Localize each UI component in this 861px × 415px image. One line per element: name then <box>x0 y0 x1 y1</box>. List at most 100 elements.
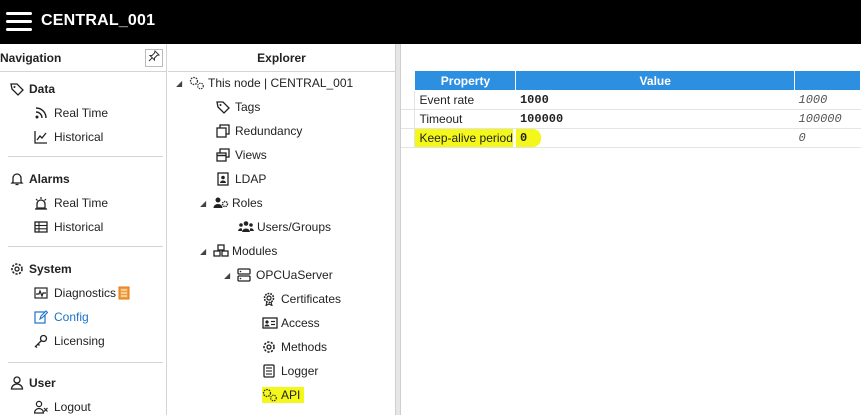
certificate-icon <box>262 292 276 307</box>
property-name: Event rate <box>414 90 516 110</box>
top-bar: CENTRAL_001 <box>0 0 861 44</box>
tree-label: Certificates <box>281 292 342 306</box>
menu-icon[interactable] <box>6 10 32 32</box>
tree-label: Views <box>235 148 267 162</box>
property-name: Timeout <box>414 109 516 129</box>
tree-node-redundancy[interactable]: Redundancy <box>216 124 302 138</box>
tree-label: Logger <box>281 364 319 378</box>
tree-node-tags[interactable]: Tags <box>216 100 260 114</box>
row-gutter <box>401 128 416 148</box>
explorer-title: Explorer <box>168 44 395 72</box>
nav-item-label: Diagnostics <box>54 286 117 300</box>
tree-node-roles[interactable]: ◢ Roles <box>200 196 263 210</box>
column-header-default[interactable] <box>794 70 861 91</box>
tree-node-users-groups[interactable]: Users/Groups <box>238 220 331 234</box>
nav-group-data-label: Data <box>29 82 56 96</box>
tree-node-opcuaserver[interactable]: ◢ OPCUaServer <box>224 268 333 282</box>
nav-group-system-label: System <box>29 262 72 276</box>
nav-group-user[interactable]: User <box>10 376 56 390</box>
gears-icon <box>189 76 204 90</box>
nav-item-label: Real Time <box>54 106 109 120</box>
nav-item-label: Real Time <box>54 196 109 210</box>
nav-item-logout[interactable]: Logout <box>33 400 91 414</box>
key-icon <box>34 334 48 349</box>
table-header-row: Property Value <box>401 70 861 91</box>
tree-node-logger[interactable]: Logger <box>262 364 318 378</box>
nav-item-alarms-realtime[interactable]: Real Time <box>34 196 108 210</box>
tree-label: Access <box>281 316 320 330</box>
pulse-icon <box>34 286 48 300</box>
gear-icon <box>10 262 24 276</box>
tree-label: Roles <box>232 196 263 210</box>
tree-node-this-node[interactable]: ◢ This node | CENTRAL_001 <box>176 76 353 90</box>
tree-node-modules[interactable]: ◢ Modules <box>200 244 277 258</box>
highlighted-property-value: 0 <box>515 129 542 147</box>
property-value[interactable]: 100000 <box>515 109 795 129</box>
tag-icon <box>10 82 24 96</box>
users-icon <box>238 220 254 234</box>
navigation-panel: Navigation Data Real Time Historical Ala… <box>0 44 167 415</box>
nav-item-data-realtime[interactable]: Real Time <box>34 106 108 120</box>
tree-label: OPCUaServer <box>256 268 333 282</box>
nav-item-label: Config <box>54 310 89 324</box>
navigation-header: Navigation <box>0 44 167 72</box>
property-grid: Property Value Event rate 1000 1000 Time… <box>401 44 861 415</box>
expanded-triangle-icon[interactable]: ◢ <box>200 199 208 208</box>
nav-item-alarms-historical[interactable]: Historical <box>34 220 103 234</box>
nav-item-diagnostics[interactable]: Diagnostics <box>34 286 132 300</box>
table-row[interactable]: Event rate 1000 1000 <box>401 90 861 110</box>
tree-node-certificates[interactable]: Certificates <box>262 292 342 307</box>
expanded-triangle-icon[interactable]: ◢ <box>200 247 208 256</box>
column-header-property[interactable]: Property <box>414 70 517 91</box>
nav-group-data[interactable]: Data <box>10 82 55 96</box>
table-row[interactable]: Timeout 100000 100000 <box>401 109 861 129</box>
nav-item-config[interactable]: Config <box>34 310 89 324</box>
tag-icon <box>216 100 230 114</box>
nav-item-label: Historical <box>54 130 104 144</box>
tree-label: Modules <box>232 244 278 258</box>
nav-group-alarms[interactable]: Alarms <box>10 172 70 186</box>
tree-label: Tags <box>235 100 261 114</box>
property-value[interactable]: 0 <box>515 128 795 148</box>
gears-icon <box>262 388 277 402</box>
expanded-triangle-icon[interactable]: ◢ <box>224 271 232 280</box>
nav-group-system[interactable]: System <box>10 262 72 276</box>
server-icon <box>237 268 251 282</box>
table-row[interactable]: Keep-alive period 0 0 <box>401 128 861 148</box>
nav-item-label: Licensing <box>54 334 105 348</box>
tree-node-methods[interactable]: Methods <box>262 340 327 354</box>
tree-node-ldap[interactable]: LDAP <box>216 172 266 186</box>
divider <box>8 362 163 363</box>
column-header-value[interactable]: Value <box>515 70 795 91</box>
property-value[interactable]: 1000 <box>515 90 795 110</box>
divider <box>8 156 163 157</box>
alarm-light-icon <box>34 196 48 210</box>
nav-item-data-historical[interactable]: Historical <box>34 130 103 144</box>
expanded-triangle-icon[interactable]: ◢ <box>176 79 184 88</box>
property-name: Keep-alive period <box>414 128 516 148</box>
edit-icon <box>34 310 49 324</box>
user-gear-icon <box>213 196 229 210</box>
line-chart-icon <box>34 130 48 144</box>
tree-node-api[interactable]: API <box>262 387 305 403</box>
nav-group-alarms-label: Alarms <box>29 172 70 186</box>
table-icon <box>34 220 48 234</box>
pin-icon[interactable] <box>145 49 163 67</box>
nav-item-licensing[interactable]: Licensing <box>34 334 105 349</box>
tree-label: Methods <box>281 340 328 354</box>
copy-icon <box>216 124 230 138</box>
tree-label: Redundancy <box>235 124 303 138</box>
tree-node-access[interactable]: Access <box>262 316 320 330</box>
tree-label: Users/Groups <box>257 220 332 234</box>
highlighted-property-name: Keep-alive period <box>415 129 513 147</box>
tree-node-views[interactable]: Views <box>216 148 267 162</box>
user-icon <box>10 376 24 390</box>
gear-icon <box>262 340 276 354</box>
tree-label: LDAP <box>235 172 267 186</box>
nav-item-label: Historical <box>54 220 104 234</box>
cubes-icon <box>213 244 229 258</box>
navigation-title: Navigation <box>0 51 62 65</box>
bell-icon <box>10 172 24 186</box>
property-default: 100000 <box>794 109 861 129</box>
property-default: 1000 <box>794 90 861 110</box>
